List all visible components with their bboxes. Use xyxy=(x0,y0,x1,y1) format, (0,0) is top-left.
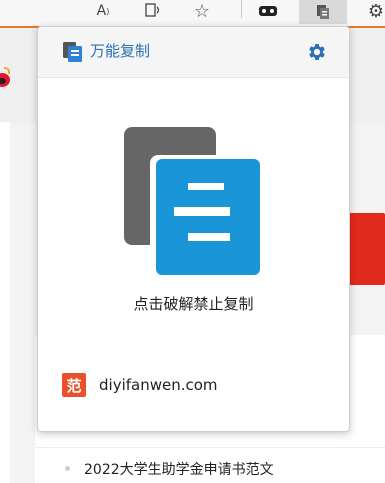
page-divider xyxy=(35,447,385,448)
browser-toolbar: A) ☆ ⚙ xyxy=(0,0,385,28)
favorite-star-icon[interactable]: ☆ xyxy=(190,0,214,22)
audio-icon[interactable] xyxy=(141,0,167,22)
site-link[interactable]: 范 diyifanwen.com xyxy=(62,372,218,398)
article-link[interactable]: 2022大学生助学金申请书范文 xyxy=(84,459,274,479)
weibo-logo-icon xyxy=(0,64,11,90)
page-red-banner[interactable] xyxy=(345,213,385,285)
site-link-label: diyifanwen.com xyxy=(99,376,218,394)
read-aloud-glyph: A xyxy=(96,3,107,19)
read-aloud-icon[interactable]: A) xyxy=(92,0,114,22)
copy-extension-icon[interactable] xyxy=(299,0,347,24)
settings-icon[interactable]: ⚙ xyxy=(366,0,385,22)
toolbar-divider xyxy=(241,0,242,18)
unlock-copy-button[interactable]: 点击破解禁止复制 xyxy=(38,293,349,314)
extension-icon[interactable] xyxy=(255,0,281,22)
gear-icon[interactable] xyxy=(306,41,328,63)
list-bullet xyxy=(65,466,70,471)
popup-header: 万能复制 xyxy=(38,27,349,78)
extension-popup: 万能复制 点击破解禁止复制 范 diyifanwen.com xyxy=(37,26,350,432)
page-left-panel xyxy=(0,122,10,483)
copy-logo-icon xyxy=(62,41,84,63)
copy-main-logo-icon[interactable] xyxy=(124,127,260,275)
popup-title: 万能复制 xyxy=(90,42,151,60)
diyifanwen-badge-icon: 范 xyxy=(62,373,86,397)
